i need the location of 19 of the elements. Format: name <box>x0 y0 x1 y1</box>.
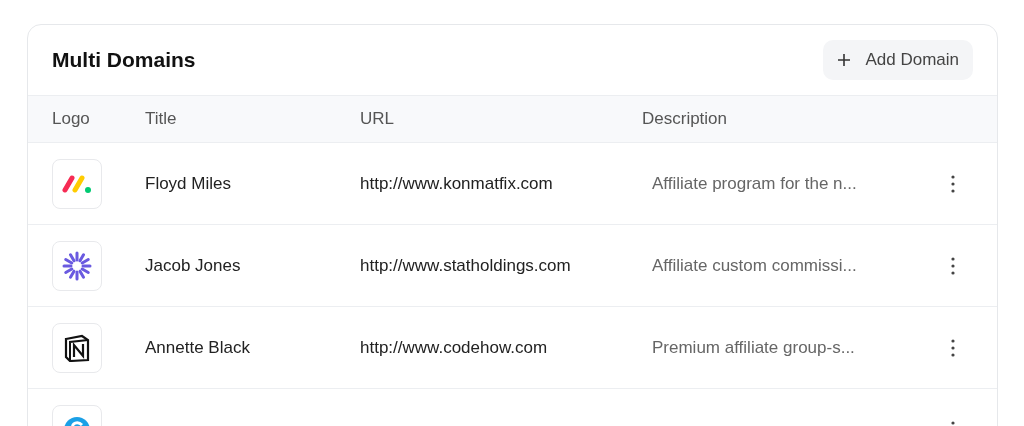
plus-icon <box>837 53 852 67</box>
title-cell-text: Annette Black <box>145 337 251 358</box>
column-header: URL <box>360 109 395 129</box>
description-cell-text: Premium affiliate group-s... <box>652 337 856 358</box>
description-cell-text: Affiliate program for the n... <box>652 173 858 194</box>
url-cell-text: http://www.statholdings.com <box>360 255 572 276</box>
card-title: Multi Domains <box>52 48 196 72</box>
logo-icon <box>61 173 93 194</box>
title-cell-text: Jacob Jones <box>145 255 242 276</box>
logo-icon <box>62 250 92 281</box>
logo-icon <box>64 333 90 362</box>
description-cell-text: Affiliate custom commissi... <box>652 255 858 276</box>
title-cell-text: Floyd Miles <box>145 173 232 194</box>
add-domain-button[interactable]: Add Domain <box>823 40 973 80</box>
column-header: Description <box>642 109 729 129</box>
url-cell-text: http://www.konmatfix.com <box>360 173 554 194</box>
url-cell-text: http://www.codehow.com <box>360 337 549 358</box>
column-header: Title <box>145 109 178 129</box>
column-header: Logo <box>52 109 91 129</box>
